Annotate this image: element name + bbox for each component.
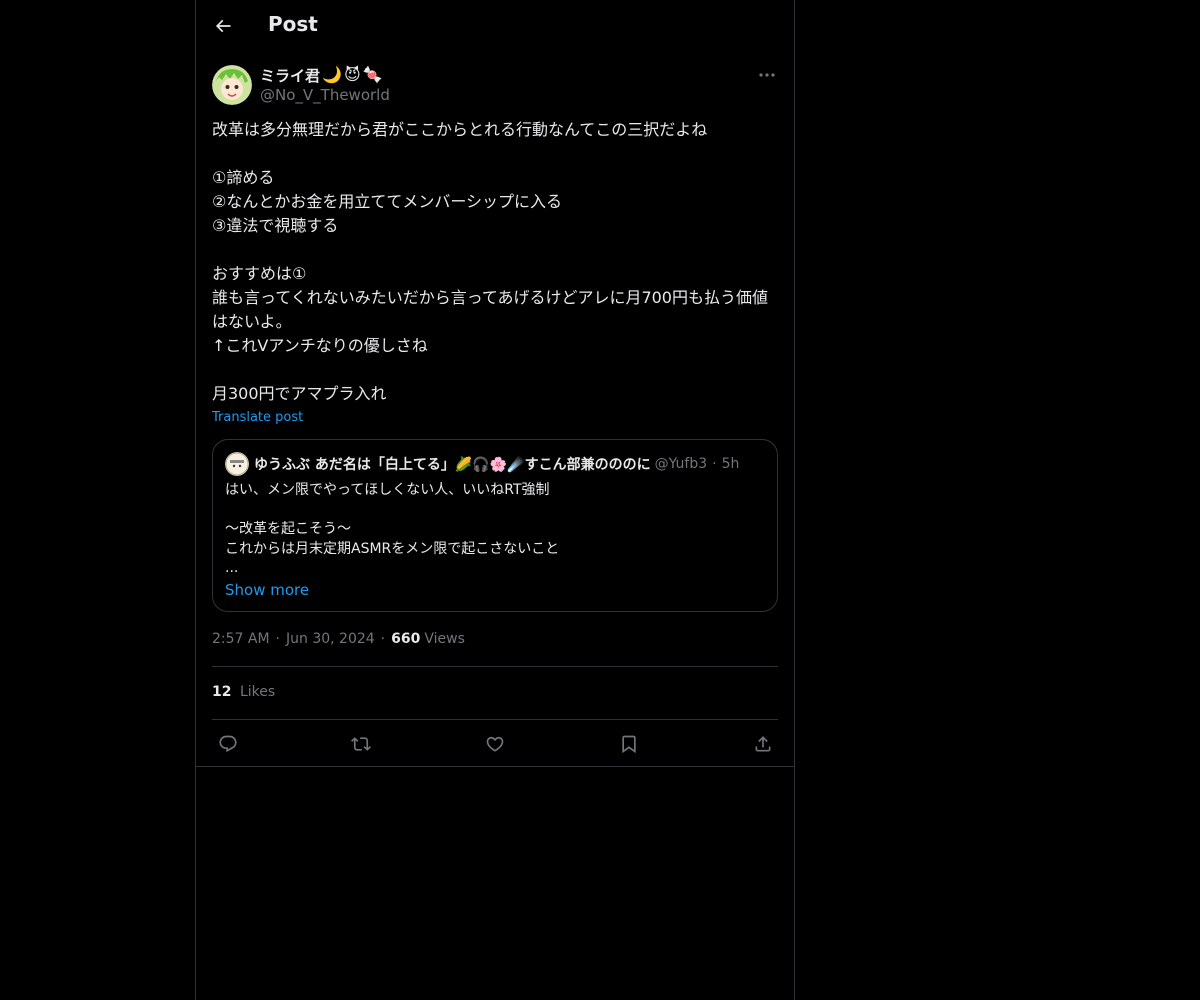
likes-label: Likes [239,684,276,700]
moon-emoji: 🌙 [322,65,342,84]
like-button[interactable] [479,728,511,760]
author-name: ミライ君 [260,66,321,85]
quote-author-handle: @Yufb3 [654,456,708,472]
post-bottom-border [196,766,794,767]
main-column: Post ミライ君 🌙 😈 🍬 @No_V_Theworld 改革は多分無理だか… [195,0,795,1000]
views-label: Views [424,631,465,647]
author-name-line[interactable]: ミライ君 🌙 😈 🍬 [260,65,383,85]
post-date[interactable]: Jun 30, 2024 [286,631,375,647]
reply-icon [218,734,238,754]
meta-separator: · [380,631,386,647]
share-button[interactable] [747,728,779,760]
candy-emoji: 🍬 [362,65,383,84]
post-time[interactable]: 2:57 AM [212,631,270,647]
divider [212,719,778,720]
translate-post-link[interactable]: Translate post [212,410,303,425]
post-text: 改革は多分無理だから君がここからとれる行動なんてこの三択だよね ①諦める ②なん… [212,120,768,403]
likes-link[interactable]: 12 Likes [212,684,275,700]
meta-separator: · [275,631,280,647]
quote-header: ゆうふぶ あだ名は「白上てる」🌽🎧🌸☄️すこん部兼のののに @Yufb3 · 5… [225,452,765,476]
repost-icon [351,734,371,754]
views-count: 660 [391,631,421,647]
quote-separator: · [712,456,717,472]
author-handle[interactable]: @No_V_Theworld [260,86,390,104]
quoted-post[interactable]: ゆうふぶ あだ名は「白上てる」🌽🎧🌸☄️すこん部兼のののに @Yufb3 · 5… [212,439,778,612]
page-title: Post [268,12,318,36]
quote-author-name: ゆうふぶ あだ名は「白上てる」🌽🎧🌸☄️すこん部兼のののに [254,457,651,473]
share-icon [753,734,773,754]
arrow-left-icon [213,16,233,36]
devil-emoji: 😈 [343,65,361,84]
post-author: ミライ君 🌙 😈 🍬 @No_V_Theworld [212,65,778,107]
more-options-button[interactable] [756,65,778,85]
repost-button[interactable] [345,728,377,760]
quote-timestamp: 5h [721,456,740,472]
page-header: Post [196,0,794,53]
action-bar [212,728,778,760]
likes-count: 12 [212,684,232,700]
show-more-link[interactable]: Show more [225,581,309,599]
bookmark-icon [619,734,639,754]
author-avatar[interactable] [212,65,252,105]
back-button[interactable] [207,10,239,42]
like-icon [485,734,505,754]
divider [212,666,778,667]
reply-button[interactable] [212,728,244,760]
more-horizontal-icon [758,72,776,78]
post-meta: 2:57 AM · Jun 30, 2024 · 660 Views [212,631,465,647]
quote-author-avatar [225,452,249,476]
quote-text: はい、メン限でやってほしくない人、いいねRT強制 〜改革を起こそう〜 これからは… [225,482,560,576]
bookmark-button[interactable] [613,728,645,760]
